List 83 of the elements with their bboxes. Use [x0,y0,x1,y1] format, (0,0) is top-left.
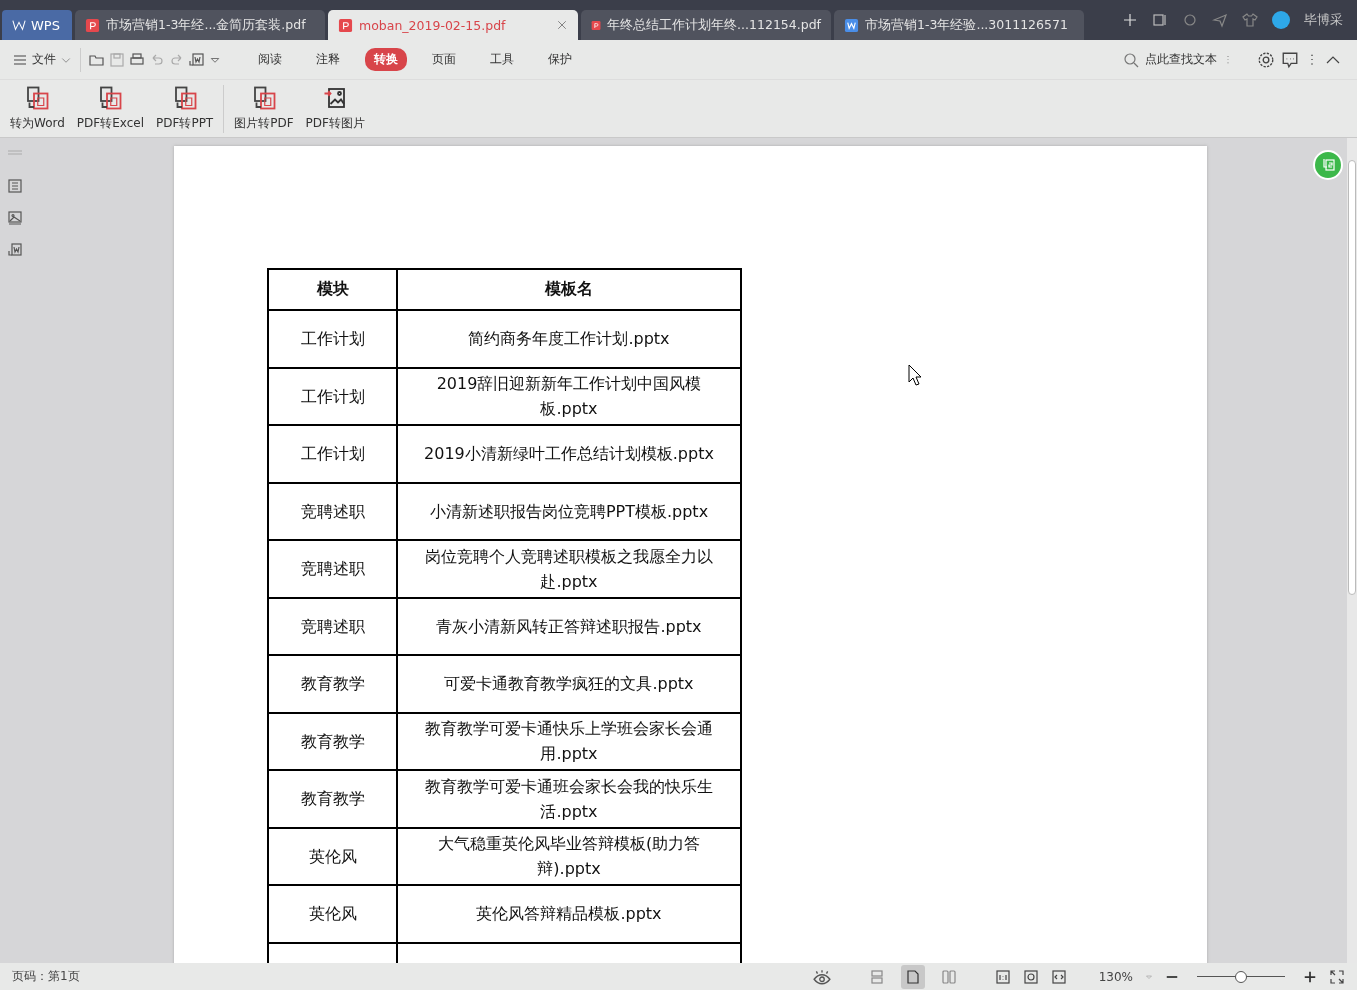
fit-page-icon[interactable] [1022,968,1039,985]
table-cell: 英伦风 [268,885,397,943]
mouse-cursor-icon [908,364,922,386]
convert-document-icon [98,85,123,110]
table-cell: 竞聘述职 [268,540,397,598]
image-icon [323,85,348,110]
table-cell: 岗位竞聘个人竞聘述职模板之我愿全力以赴.pptx [397,540,741,598]
tab-title: 市场营销1-3年经验...3011126571 [865,16,1069,34]
table-cell: 工作计划 [268,310,397,368]
window-icon[interactable] [1152,12,1168,28]
table-cell: 教育教学 [268,770,397,828]
table-cell: 简约商务年度工作计划.pptx [397,310,741,368]
table-cell: 教育教学可爱卡通班会家长会我的快乐生活.pptx [397,770,741,828]
document-tab[interactable]: 市场营销1-3年经...金简历套装.pdf [75,10,325,40]
convert-button[interactable]: 图片转PDF [228,85,300,132]
word-file-icon [844,17,859,33]
tab-title: 市场营销1-3年经...金简历套装.pdf [106,16,307,34]
table-cell: 青灰小清新风转正答辩述职报告.pptx [397,597,741,655]
tab-title: moban_2019-02-15.pdf [359,17,507,33]
table-cell: 工作计划 [268,367,397,425]
convert-document-icon [25,85,50,110]
app-label: WPS [31,17,60,33]
table-cell: 2019辞旧迎新新年工作计划中国风模板.pptx [397,367,741,425]
document-tab[interactable]: 市场营销1-3年经验...3011126571 [834,10,1084,40]
table-cell: 英伦风答辩精品模板.pptx [397,885,741,943]
tab-title: 年终总结工作计划年终...112154.pdf [607,16,821,34]
table-cell: 教育教学 [268,712,397,770]
ribbon-tab[interactable]: 页面 [423,48,465,71]
convert-button[interactable]: PDF转图片 [299,85,371,132]
send-icon[interactable] [1212,12,1228,28]
user-name[interactable]: 毕博采 [1304,11,1343,29]
convert-sheet-icon [1320,157,1336,173]
search-field[interactable]: 点此查找文本 [1145,51,1217,68]
convert-button[interactable]: PDF转Excel [70,85,150,132]
pdf-file-icon [338,17,353,33]
comment-icon[interactable] [1281,50,1299,69]
table-cell: 竞聘述职 [268,597,397,655]
convert-float-button[interactable] [1313,150,1343,180]
convert-document-icon [251,85,276,110]
table-cell: 工作计划 [268,425,397,483]
document-tab[interactable]: 年终总结工作计划年终...112154.pdf [581,10,831,40]
convert-word-icon[interactable] [189,51,205,68]
convert-button[interactable]: 转为Word [4,85,71,132]
table-cell: 2019小清新绿叶工作总结计划模板.pptx [397,425,741,483]
file-menu[interactable]: 文件 [32,51,56,68]
shirt-icon[interactable] [1242,12,1258,28]
convert-document-icon [172,85,197,110]
table-cell: 教育教学 [268,655,397,713]
close-icon[interactable] [556,19,568,31]
column-header: 模板名 [397,269,741,310]
document-tab[interactable]: moban_2019-02-15.pdf [328,10,578,40]
table-cell: 大气稳重英伦风毕业答辩模板(助力答辩).pptx [397,827,741,885]
fit-width-icon[interactable] [1050,968,1067,985]
ribbon-tab[interactable]: 工具 [481,48,523,71]
page-indicator: 页码：第1页 [12,968,80,985]
outline-icon[interactable] [7,178,23,194]
table-cell: 英伦风 [268,827,397,885]
table-cell: 竞聘述职 [268,482,397,540]
settings-icon[interactable] [1257,50,1275,69]
actual-size-icon[interactable] [994,968,1011,985]
plus-icon[interactable] [1122,12,1138,28]
fullscreen-icon[interactable] [1329,968,1345,985]
ribbon-tab[interactable]: 保护 [539,48,581,71]
table-cell: 可爱卡通教育教学疯狂的文具.pptx [397,655,741,713]
convert-word-icon[interactable] [7,242,23,258]
column-header: 模块 [268,269,397,310]
wps-logo-icon [12,18,26,32]
table-cell: 小清新述职报告岗位竞聘PPT模板.pptx [397,482,741,540]
user-avatar[interactable] [1272,11,1290,29]
scrollbar[interactable] [1347,138,1357,963]
ribbon-tab[interactable]: 阅读 [249,48,291,71]
zoom-in-icon[interactable] [1303,969,1317,984]
eye-icon[interactable] [812,967,831,986]
convert-button[interactable]: PDF转PPT [150,85,220,132]
pdf-file-icon [85,17,100,33]
ribbon-tab[interactable]: 转换 [365,48,407,71]
image-icon[interactable] [7,210,23,226]
print-icon[interactable] [129,51,145,68]
search-icon[interactable] [1123,51,1139,68]
ribbon-tab[interactable]: 注释 [307,48,349,71]
app-button[interactable]: WPS [2,10,72,40]
zoom-level[interactable]: 130% [1098,969,1133,984]
table-cell: 教育教学可爱卡通快乐上学班会家长会通用.pptx [397,712,741,770]
